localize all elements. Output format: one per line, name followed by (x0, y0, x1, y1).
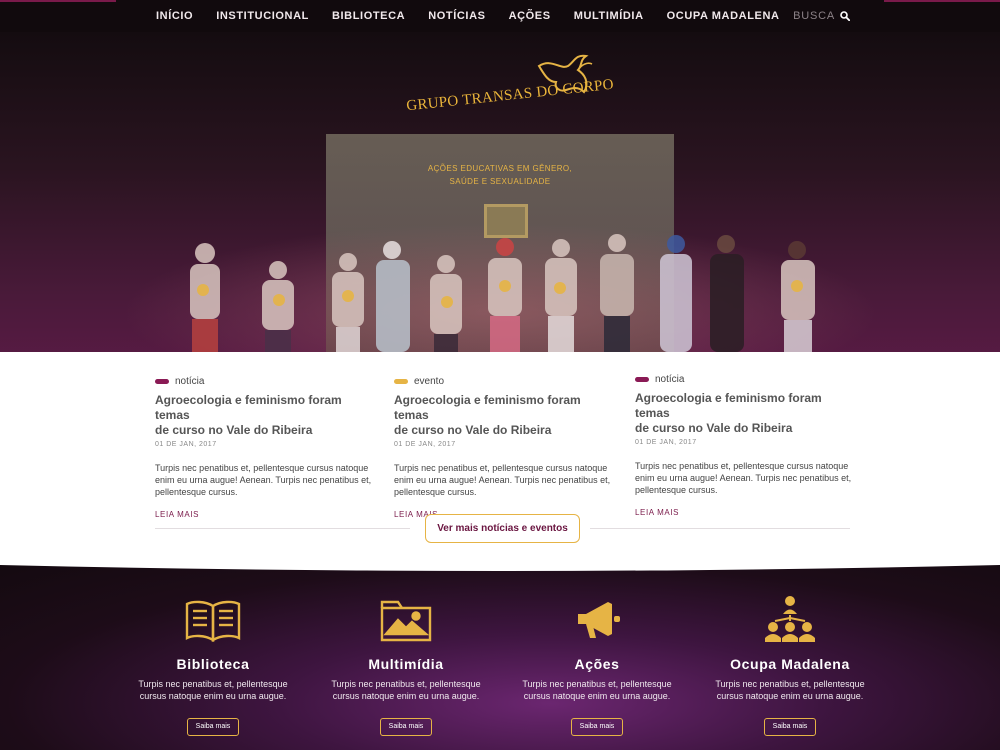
feature-text-line-2: cursus natoque enim eu urna augue. (332, 691, 480, 701)
more-news-button[interactable]: Ver mais notícias e eventos (425, 514, 580, 543)
tagline-line-1: AÇÕES EDUCATIVAS EM GÊNERO, (427, 164, 573, 173)
nav-item-multimidia[interactable]: MULTIMÍDIA (574, 10, 644, 22)
excerpt-line-1: Turpis nec penatibus et, pellentesque cu… (635, 461, 849, 471)
feature-title: Biblioteca (176, 656, 250, 672)
hero-banner: GRUPO TRANSAS DO CORPO AÇÕES EDUCATIVAS … (0, 32, 1000, 372)
news-excerpt: Turpis nec penatibus et, pellentesque cu… (635, 460, 857, 496)
search-label: BUSCA (793, 10, 835, 22)
feature-acoes: Ações Turpis nec penatibus et, pellentes… (497, 592, 697, 736)
feature-text: Turpis nec penatibus et, pellentesque cu… (113, 678, 313, 702)
excerpt-line-2: enim eu urna augue! Aenean. Turpis nec p… (394, 475, 611, 485)
news-title-line-1: Agroecologia e feminismo foram temas (635, 391, 822, 420)
news-title[interactable]: Agroecologia e feminismo foram temas de … (394, 393, 616, 438)
saiba-mais-button[interactable]: Saiba mais (571, 718, 623, 736)
feature-text-line-1: Turpis nec penatibus et, pellentesque (331, 679, 481, 689)
tag-color-bar (394, 379, 408, 384)
news-title-line-1: Agroecologia e feminismo foram temas (394, 393, 581, 422)
news-date: 01 DE JAN, 2017 (155, 441, 217, 448)
search-icon (840, 11, 850, 21)
news-tag: notícia (155, 376, 377, 387)
news-tag: evento (394, 376, 616, 387)
saiba-mais-button[interactable]: Saiba mais (187, 718, 239, 736)
tag-color-bar (635, 377, 649, 382)
tag-label: notícia (175, 376, 205, 387)
excerpt-line-2: enim eu urna augue! Aenean. Turpis nec p… (155, 475, 372, 485)
media-folder-icon (380, 600, 432, 642)
logo-text: GRUPO TRANSAS DO CORPO (405, 76, 615, 115)
nav-item-ocupa-madalena[interactable]: OCUPA MADALENA (667, 10, 780, 22)
tag-label: notícia (655, 374, 685, 385)
news-excerpt: Turpis nec penatibus et, pellentesque cu… (394, 462, 616, 498)
excerpt-line-3: pellentesque cursus. (394, 487, 477, 497)
excerpt-line-3: pellentesque cursus. (155, 487, 238, 497)
feature-text-line-1: Turpis nec penatibus et, pellentesque (715, 679, 865, 689)
feature-text-line-2: cursus natoque enim eu urna augue. (139, 691, 287, 701)
nav-accent-line-right (884, 0, 1000, 2)
tag-color-bar (155, 379, 169, 384)
read-more-link[interactable]: LEIA MAIS (155, 510, 377, 519)
feature-title: Ocupa Madalena (730, 656, 850, 672)
news-tag: notícia (635, 374, 857, 385)
site-logo[interactable]: GRUPO TRANSAS DO CORPO (400, 52, 615, 122)
top-navigation: INÍCIO INSTITUCIONAL BIBLIOTECA NOTÍCIAS… (0, 0, 1000, 32)
saiba-mais-button[interactable]: Saiba mais (764, 718, 816, 736)
feature-text: Turpis nec penatibus et, pellentesque cu… (306, 678, 506, 702)
nav-item-institucional[interactable]: INSTITUCIONAL (216, 10, 309, 22)
news-section: notícia Agroecologia e feminismo foram t… (0, 352, 1000, 564)
excerpt-line-2: enim eu urna augue! Aenean. Turpis nec p… (635, 473, 852, 483)
nav-item-biblioteca[interactable]: BIBLIOTECA (332, 10, 405, 22)
feature-title: Ações (574, 656, 620, 672)
excerpt-line-1: Turpis nec penatibus et, pellentesque cu… (155, 463, 369, 473)
saiba-mais-button[interactable]: Saiba mais (380, 718, 432, 736)
news-title-line-2: de curso no Vale do Ribeira (155, 423, 313, 437)
feature-multimidia: Multimídia Turpis nec penatibus et, pell… (306, 592, 506, 736)
nav-menu: INÍCIO INSTITUCIONAL BIBLIOTECA NOTÍCIAS… (156, 0, 803, 32)
news-excerpt: Turpis nec penatibus et, pellentesque cu… (155, 462, 377, 498)
divider-left (155, 528, 410, 529)
tag-label: evento (414, 376, 445, 387)
nav-item-inicio[interactable]: INÍCIO (156, 10, 193, 22)
excerpt-line-3: pellentesque cursus. (635, 485, 718, 495)
group-network-icon (765, 596, 815, 642)
features-section: Biblioteca Turpis nec penatibus et, pell… (0, 564, 1000, 750)
tagline-line-2: SAÚDE E SEXUALIDADE (449, 177, 551, 186)
news-date: 01 DE JAN, 2017 (635, 439, 697, 446)
feature-biblioteca: Biblioteca Turpis nec penatibus et, pell… (113, 592, 313, 736)
excerpt-line-1: Turpis nec penatibus et, pellentesque cu… (394, 463, 608, 473)
nav-accent-line-left (0, 0, 116, 2)
search-button[interactable]: BUSCA (793, 0, 850, 32)
feature-text: Turpis nec penatibus et, pellentesque cu… (690, 678, 890, 702)
news-title[interactable]: Agroecologia e feminismo foram temas de … (155, 393, 377, 438)
feature-text-line-2: cursus natoque enim eu urna augue. (716, 691, 864, 701)
features-top-curve (0, 564, 1000, 571)
nav-item-noticias[interactable]: NOTÍCIAS (428, 10, 485, 22)
feature-text-line-1: Turpis nec penatibus et, pellentesque (138, 679, 288, 689)
divider-right (590, 528, 850, 529)
book-icon (185, 600, 241, 643)
news-card[interactable]: evento Agroecologia e feminismo foram te… (394, 376, 616, 519)
feature-title: Multimídia (368, 656, 444, 672)
read-more-link[interactable]: LEIA MAIS (635, 508, 857, 517)
news-title-line-2: de curso no Vale do Ribeira (394, 423, 552, 437)
hero-tagline: AÇÕES EDUCATIVAS EM GÊNERO, SAÚDE E SEXU… (380, 162, 620, 188)
nav-item-acoes[interactable]: AÇÕES (509, 10, 551, 22)
news-title-line-2: de curso no Vale do Ribeira (635, 421, 793, 435)
feature-text: Turpis nec penatibus et, pellentesque cu… (497, 678, 697, 702)
news-title-line-1: Agroecologia e feminismo foram temas (155, 393, 342, 422)
news-date: 01 DE JAN, 2017 (394, 441, 456, 448)
news-title[interactable]: Agroecologia e feminismo foram temas de … (635, 391, 857, 436)
feature-ocupa-madalena: Ocupa Madalena Turpis nec penatibus et, … (690, 592, 890, 736)
feature-text-line-2: cursus natoque enim eu urna augue. (523, 691, 671, 701)
news-card[interactable]: notícia Agroecologia e feminismo foram t… (155, 376, 377, 519)
news-card[interactable]: notícia Agroecologia e feminismo foram t… (635, 374, 857, 517)
megaphone-icon (578, 602, 620, 638)
feature-text-line-1: Turpis nec penatibus et, pellentesque (522, 679, 672, 689)
